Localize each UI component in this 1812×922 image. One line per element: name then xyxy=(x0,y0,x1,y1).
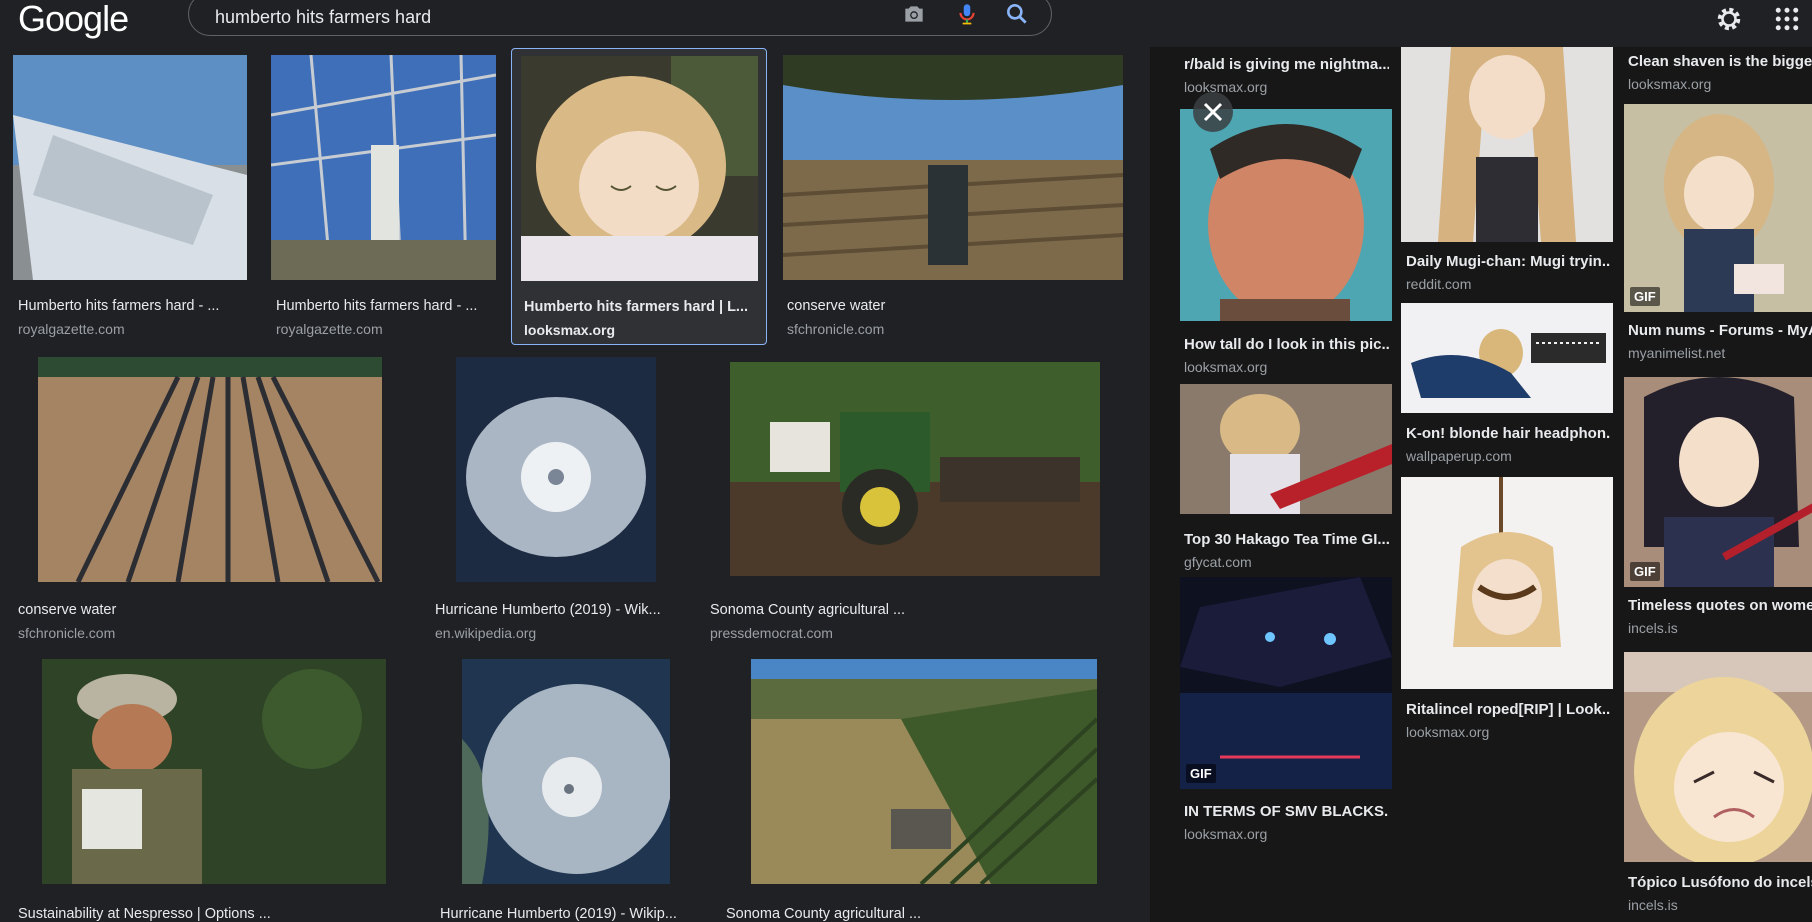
related-source[interactable]: looksmax.org xyxy=(1628,76,1812,92)
result-caption[interactable]: conserve water xyxy=(18,602,398,618)
result-tile[interactable]: Hurricane Humberto (2019) - Wikip... xyxy=(430,655,700,922)
header: Google xyxy=(0,0,1812,47)
related-thumbnail[interactable]: GIF xyxy=(1624,104,1812,312)
related-tile[interactable]: r/bald is giving me nightma... looksmax.… xyxy=(1180,47,1390,95)
result-source[interactable]: royalgazette.com xyxy=(18,321,248,337)
close-button[interactable] xyxy=(1193,92,1233,132)
result-caption[interactable]: Hurricane Humberto (2019) - Wik... xyxy=(435,602,675,618)
result-source[interactable]: sfchronicle.com xyxy=(18,625,398,641)
related-caption[interactable]: How tall do I look in this pic... xyxy=(1184,336,1389,353)
related-thumbnail[interactable] xyxy=(1401,477,1613,689)
related-caption[interactable]: K-on! blonde hair headphon... xyxy=(1406,425,1611,442)
related-source[interactable]: incels.is xyxy=(1628,897,1812,913)
result-tile[interactable]: Sonoma County agricultural ... pressdemo… xyxy=(700,353,1120,643)
search-box[interactable] xyxy=(188,0,1052,36)
related-thumbnail[interactable] xyxy=(1180,384,1392,514)
result-tile[interactable]: conserve water sfchronicle.com xyxy=(778,51,1128,341)
related-caption[interactable]: Clean shaven is the bigges xyxy=(1628,53,1812,70)
microphone-icon[interactable] xyxy=(954,1,980,27)
result-tile[interactable]: Humberto hits farmers hard - ... royalga… xyxy=(8,51,252,341)
result-caption[interactable]: Sustainability at Nespresso | Options ..… xyxy=(18,906,398,922)
related-thumbnail[interactable] xyxy=(1624,652,1812,862)
related-tile[interactable]: GIF Timeless quotes on wome incels.is xyxy=(1624,377,1812,637)
related-caption[interactable]: Tópico Lusófono do incels xyxy=(1628,874,1812,891)
image-results-grid: Humberto hits farmers hard - ... royalga… xyxy=(0,47,1150,922)
related-tile[interactable]: Daily Mugi-chan: Mugi tryin... reddit.co… xyxy=(1401,47,1613,297)
result-tile[interactable]: conserve water sfchronicle.com xyxy=(8,353,408,643)
related-thumbnail[interactable] xyxy=(1401,47,1613,242)
related-tile[interactable]: How tall do I look in this pic... looksm… xyxy=(1180,109,1392,375)
gif-badge: GIF xyxy=(1186,764,1216,783)
related-caption[interactable]: Top 30 Hakago Tea Time GI... xyxy=(1184,531,1389,548)
google-logo[interactable]: Google xyxy=(18,0,129,40)
search-icon[interactable] xyxy=(1004,1,1030,27)
related-thumbnail[interactable] xyxy=(1180,109,1392,321)
related-tile[interactable]: GIF IN TERMS OF SMV BLACKS... looksmax.o… xyxy=(1180,577,1392,847)
result-caption[interactable]: Humberto hits farmers hard - ... xyxy=(18,298,248,314)
related-source[interactable]: myanimelist.net xyxy=(1628,345,1812,361)
related-thumbnail[interactable]: GIF xyxy=(1624,377,1812,587)
related-thumbnail[interactable]: GIF xyxy=(1180,577,1392,789)
result-source[interactable]: sfchronicle.com xyxy=(787,321,1117,337)
related-caption[interactable]: Num nums - Forums - MyA xyxy=(1628,322,1812,339)
result-tile[interactable]: Humberto hits farmers hard - ... royalga… xyxy=(266,51,506,341)
result-caption[interactable]: Sonoma County agricultural ... xyxy=(710,602,1110,618)
related-tile[interactable]: K-on! blonde hair headphon... wallpaperu… xyxy=(1401,303,1613,469)
result-thumbnail[interactable] xyxy=(38,357,382,582)
related-caption[interactable]: IN TERMS OF SMV BLACKS... xyxy=(1184,803,1389,820)
related-caption[interactable]: r/bald is giving me nightma... xyxy=(1184,56,1389,73)
result-caption[interactable]: Humberto hits farmers hard | L... xyxy=(524,299,759,315)
related-source[interactable]: looksmax.org xyxy=(1184,359,1389,375)
related-tile[interactable]: GIF Num nums - Forums - MyA myanimelist.… xyxy=(1624,104,1812,364)
gear-icon[interactable] xyxy=(1714,4,1744,34)
related-caption[interactable]: Ritalincel roped[RIP] | Look... xyxy=(1406,701,1611,718)
related-source[interactable]: looksmax.org xyxy=(1406,724,1611,740)
gif-badge: GIF xyxy=(1630,562,1660,581)
result-caption[interactable]: Humberto hits farmers hard - ... xyxy=(276,298,501,314)
related-source[interactable]: wallpaperup.com xyxy=(1406,448,1611,464)
related-tile[interactable]: Clean shaven is the bigges looksmax.org xyxy=(1624,47,1812,92)
related-tile[interactable]: Ritalincel roped[RIP] | Look... looksmax… xyxy=(1401,477,1613,740)
related-source[interactable]: looksmax.org xyxy=(1184,826,1389,842)
related-thumbnail[interactable] xyxy=(1401,303,1613,413)
result-caption[interactable]: conserve water xyxy=(787,298,1117,314)
gif-badge: GIF xyxy=(1630,287,1660,306)
side-panel-related: r/bald is giving me nightma... looksmax.… xyxy=(1150,47,1812,922)
related-caption[interactable]: Timeless quotes on wome xyxy=(1628,597,1812,614)
related-source[interactable]: gfycat.com xyxy=(1184,554,1389,570)
result-tile[interactable]: Sustainability at Nespresso | Options ..… xyxy=(8,655,408,922)
result-caption[interactable]: Sonoma County agricultural ... xyxy=(726,906,1116,922)
close-icon xyxy=(1203,102,1223,122)
apps-grid-icon[interactable] xyxy=(1772,4,1802,34)
result-thumbnail[interactable] xyxy=(751,659,1097,884)
result-tile[interactable]: Sonoma County agricultural ... xyxy=(720,655,1120,922)
related-tile[interactable]: Tópico Lusófono do incels incels.is xyxy=(1624,652,1812,922)
result-thumbnail[interactable] xyxy=(13,55,247,280)
related-source[interactable]: incels.is xyxy=(1628,620,1812,636)
camera-icon[interactable] xyxy=(901,1,927,27)
result-thumbnail[interactable] xyxy=(783,55,1123,280)
result-thumbnail[interactable] xyxy=(456,357,656,582)
result-source[interactable]: royalgazette.com xyxy=(276,321,501,337)
result-tile-selected[interactable]: Humberto hits farmers hard | L... looksm… xyxy=(511,48,767,345)
result-caption[interactable]: Hurricane Humberto (2019) - Wikip... xyxy=(440,906,695,922)
result-thumbnail[interactable] xyxy=(462,659,670,884)
related-tile[interactable]: Top 30 Hakago Tea Time GI... gfycat.com xyxy=(1180,384,1392,574)
result-tile[interactable]: Hurricane Humberto (2019) - Wik... en.wi… xyxy=(430,353,680,643)
result-source[interactable]: en.wikipedia.org xyxy=(435,625,675,641)
related-caption[interactable]: Daily Mugi-chan: Mugi tryin... xyxy=(1406,253,1611,270)
result-thumbnail[interactable] xyxy=(521,56,758,281)
result-source[interactable]: pressdemocrat.com xyxy=(710,625,1110,641)
result-thumbnail[interactable] xyxy=(42,659,386,884)
search-input[interactable] xyxy=(213,5,857,29)
result-thumbnail[interactable] xyxy=(271,55,496,280)
related-source[interactable]: reddit.com xyxy=(1406,276,1611,292)
result-thumbnail[interactable] xyxy=(730,362,1100,576)
result-source[interactable]: looksmax.org xyxy=(524,322,759,338)
